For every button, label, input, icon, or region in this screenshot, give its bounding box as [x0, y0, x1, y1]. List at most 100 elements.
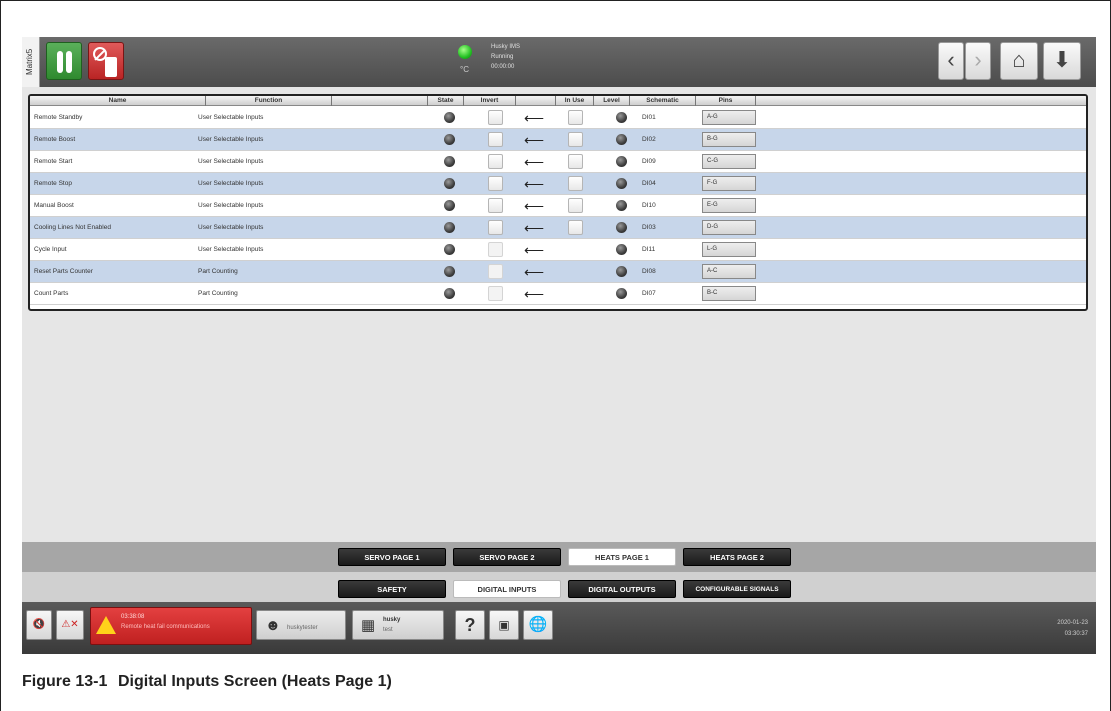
tab-heats-page-1[interactable]: HEATS PAGE 1 — [568, 548, 676, 566]
pins-field[interactable]: B-G — [702, 132, 756, 147]
table-row[interactable]: Remote Boost User Selectable Inputs ⟵ DI… — [30, 129, 1086, 151]
invert-checkbox[interactable] — [488, 176, 503, 191]
table-row[interactable]: Count Parts Part Counting ⟵ DI07 B-C — [30, 283, 1086, 305]
mold-title: husky — [383, 617, 401, 623]
thermometer-icon — [66, 51, 72, 73]
lubricant-alarm-button[interactable] — [88, 42, 124, 80]
mold-button[interactable]: ▦ husky test — [352, 610, 444, 640]
state-led — [444, 200, 455, 211]
left-arrow-icon: ⟵ — [524, 264, 545, 280]
language-button[interactable]: 🌐 — [523, 610, 553, 640]
help-button[interactable]: ? — [455, 610, 485, 640]
header-state: State — [428, 96, 464, 106]
table-row[interactable]: Remote Start User Selectable Inputs ⟵ DI… — [30, 151, 1086, 173]
header-in-use: In Use — [556, 96, 594, 106]
left-arrow-icon: ⟵ — [524, 132, 545, 148]
pins-field[interactable]: D-G — [702, 220, 756, 235]
bottle-icon — [105, 57, 117, 77]
home-icon: ⌂ — [1012, 47, 1026, 72]
in-use-checkbox[interactable] — [568, 220, 583, 235]
in-use-checkbox[interactable] — [568, 110, 583, 125]
globe-icon: 🌐 — [528, 616, 548, 633]
in-use-checkbox[interactable] — [568, 176, 583, 191]
in-use-checkbox[interactable] — [568, 198, 583, 213]
tab-heats-page-2[interactable]: HEATS PAGE 2 — [683, 548, 791, 566]
left-arrow-icon: ⟵ — [524, 154, 545, 170]
level-led — [616, 200, 627, 211]
row-name: Remote Boost — [34, 136, 76, 143]
invert-checkbox[interactable] — [488, 132, 503, 147]
table-row[interactable]: Cooling Lines Not Enabled User Selectabl… — [30, 217, 1086, 239]
time: 03:30:37 — [1064, 631, 1088, 637]
row-schematic: DI10 — [642, 202, 656, 209]
row-function: Part Counting — [198, 290, 238, 297]
invert-checkbox[interactable] — [488, 220, 503, 235]
in-use-checkbox[interactable] — [568, 132, 583, 147]
row-name: Remote Stop — [34, 180, 72, 187]
temperature-unit: °C — [460, 65, 469, 74]
table-row[interactable]: Manual Boost User Selectable Inputs ⟵ DI… — [30, 195, 1086, 217]
table-row[interactable]: Remote Standby User Selectable Inputs ⟵ … — [30, 107, 1086, 129]
header-level: Level — [594, 96, 630, 106]
left-arrow-icon: ⟵ — [524, 220, 545, 236]
mold-icon: ▦ — [361, 617, 376, 634]
header-blank-2 — [516, 96, 556, 106]
pins-field[interactable]: E-G — [702, 198, 756, 213]
clock: 2020-01-23 03:30:37 — [1057, 618, 1088, 640]
pins-field[interactable]: A-C — [702, 264, 756, 279]
row-name: Count Parts — [34, 290, 69, 297]
level-led — [616, 112, 627, 123]
table-row[interactable]: Remote Stop User Selectable Inputs ⟵ DI0… — [30, 173, 1086, 195]
row-function: User Selectable Inputs — [198, 158, 264, 165]
machine-status: Husky IMS Running 00:00:00 — [491, 42, 520, 72]
side-tab[interactable]: Matrix5 — [22, 37, 40, 87]
active-alarm-banner[interactable]: 03:38:08 Remote heat fail communications — [90, 607, 252, 645]
pins-field[interactable]: B-C — [702, 286, 756, 301]
left-arrow-icon: ⟵ — [524, 176, 545, 192]
level-led — [616, 288, 627, 299]
running-status-led — [458, 45, 472, 59]
tab-servo-page-1[interactable]: SERVO PAGE 1 — [338, 548, 446, 566]
tab-digital-outputs[interactable]: DIGITAL OUTPUTS — [568, 580, 676, 598]
row-function: User Selectable Inputs — [198, 114, 264, 121]
user-login-button[interactable]: ☻ huskytester — [256, 610, 346, 640]
clear-alarms-button[interactable]: ⚠✕ — [56, 610, 84, 640]
table-row[interactable]: Cycle Input User Selectable Inputs ⟵ DI1… — [30, 239, 1086, 261]
home-button[interactable]: ⌂ — [1000, 42, 1038, 80]
heats-button[interactable] — [46, 42, 82, 80]
row-name: Remote Standby — [34, 114, 83, 121]
tab-configurable-signals[interactable]: CONFIGURABLE SIGNALS — [683, 580, 791, 598]
back-button[interactable]: ‹ — [938, 42, 964, 80]
state-led — [444, 178, 455, 189]
down-arrow-icon: ⬇ — [1052, 47, 1072, 72]
state-led — [444, 156, 455, 167]
invert-checkbox[interactable] — [488, 110, 503, 125]
figure-number: Figure 13-1 — [22, 673, 108, 690]
pins-field[interactable]: F-G — [702, 176, 756, 191]
chevron-left-icon: ‹ — [947, 47, 955, 72]
level-led — [616, 244, 627, 255]
mute-button[interactable]: 🔇 — [26, 610, 52, 640]
side-tab-label: Matrix5 — [25, 48, 34, 75]
row-function: User Selectable Inputs — [198, 246, 264, 253]
screenshot-icon: ▣ — [498, 618, 510, 632]
tab-safety[interactable]: SAFETY — [338, 580, 446, 598]
forward-button[interactable]: › — [965, 42, 991, 80]
screenshot-button[interactable]: ▣ — [489, 610, 519, 640]
invert-checkbox[interactable] — [488, 198, 503, 213]
pins-field[interactable]: A-G — [702, 110, 756, 125]
table-row[interactable]: Reset Parts Counter Part Counting ⟵ DI08… — [30, 261, 1086, 283]
invert-checkbox[interactable] — [488, 154, 503, 169]
status-title: Husky IMS — [491, 44, 521, 50]
row-schematic: DI11 — [642, 246, 656, 253]
thermometer-icon — [57, 51, 63, 73]
chevron-right-icon: › — [974, 47, 982, 72]
row-function: User Selectable Inputs — [198, 180, 264, 187]
pins-field[interactable]: C-G — [702, 154, 756, 169]
tab-digital-inputs[interactable]: DIGITAL INPUTS — [453, 580, 561, 598]
table-header: Name Function State Invert In Use Level … — [30, 96, 1086, 106]
pins-field[interactable]: L-G — [702, 242, 756, 257]
down-button[interactable]: ⬇ — [1043, 42, 1081, 80]
tab-servo-page-2[interactable]: SERVO PAGE 2 — [453, 548, 561, 566]
in-use-checkbox[interactable] — [568, 154, 583, 169]
